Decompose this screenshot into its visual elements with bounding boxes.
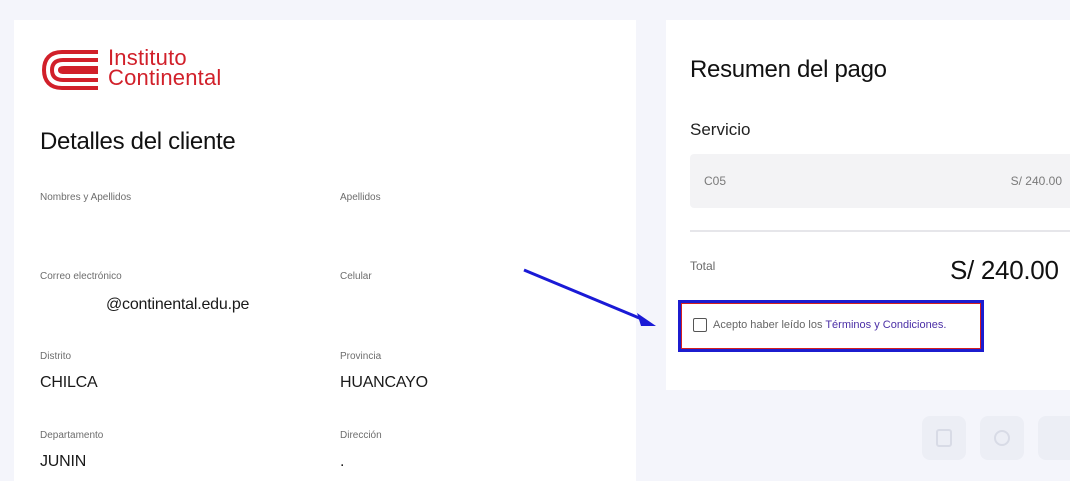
direccion-label: Dirección xyxy=(340,430,382,441)
document-icon[interactable] xyxy=(922,416,966,460)
payment-summary-card: Resumen del pago Servicio C05 S/ 240.00 … xyxy=(666,20,1070,390)
correo-value: @continental.edu.pe xyxy=(106,296,250,313)
distrito-value: CHILCA xyxy=(40,374,98,391)
more-icon[interactable] xyxy=(1038,416,1070,460)
provincia-value: HUANCAYO xyxy=(340,374,428,391)
direccion-value: . xyxy=(340,453,345,470)
client-details-card: Instituto Continental Detalles del clien… xyxy=(14,20,636,481)
divider xyxy=(690,230,1070,232)
departamento-label: Departamento xyxy=(40,430,104,441)
distrito-label: Distrito xyxy=(40,351,72,362)
service-code: C05 xyxy=(704,174,727,188)
whatsapp-icon[interactable] xyxy=(980,416,1024,460)
nombres-label: Nombres y Apellidos xyxy=(40,192,132,203)
service-label: Servicio xyxy=(690,120,751,139)
apellidos-label: Apellidos xyxy=(340,192,381,203)
service-price: S/ 240.00 xyxy=(1010,174,1062,188)
total-label: Total xyxy=(690,259,716,273)
terms-text: Acepto haber leído los Términos y Condic… xyxy=(713,319,946,331)
annotation-arrow xyxy=(523,268,656,326)
terms-link[interactable]: Términos y Condiciones. xyxy=(825,319,946,331)
terms-prefix: Acepto haber leído los xyxy=(713,319,826,331)
brand-name-line2: Continental xyxy=(108,65,222,90)
provincia-label: Provincia xyxy=(340,351,382,362)
client-details-title: Detalles del cliente xyxy=(40,128,236,155)
celular-label: Celular xyxy=(340,271,372,282)
terms-highlight-box: Acepto haber leído los Términos y Condic… xyxy=(678,300,984,352)
brand-logo: Instituto Continental xyxy=(40,47,222,92)
payment-summary-title: Resumen del pago xyxy=(690,56,887,83)
departamento-value: JUNIN xyxy=(40,453,87,470)
correo-label: Correo electrónico xyxy=(40,271,122,282)
terms-checkbox[interactable] xyxy=(693,318,707,332)
brand-name: Instituto Continental xyxy=(108,47,222,90)
total-value: S/ 240.00 xyxy=(950,255,1059,285)
service-row: C05 S/ 240.00 xyxy=(690,154,1070,208)
faded-icon-group xyxy=(922,416,1070,460)
continental-logo-icon xyxy=(41,50,98,90)
